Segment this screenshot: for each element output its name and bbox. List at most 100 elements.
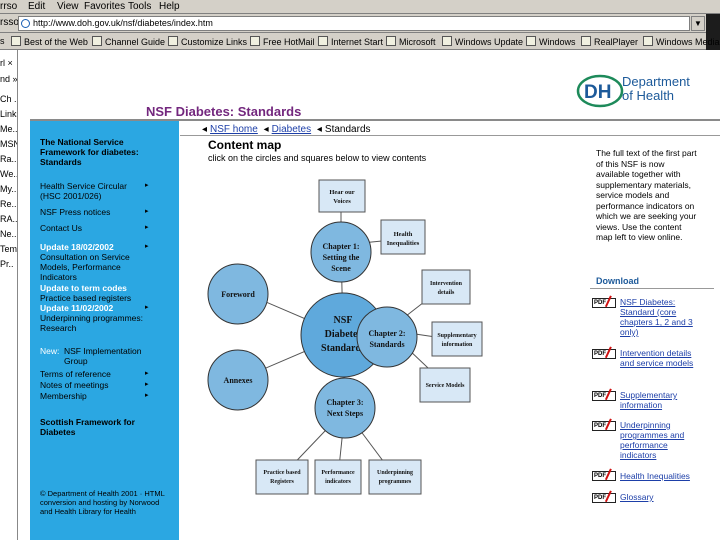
pr-line1: Practice based <box>263 470 301 476</box>
arrow-right-icon: ▸ <box>145 182 149 189</box>
content-map-diagram: NSF Diabetes Standards Chapter 1: Settin… <box>207 179 483 495</box>
sidebar-item-terms-of-reference[interactable]: Terms of reference <box>40 369 111 379</box>
explorer-item[interactable]: RA.. <box>0 214 17 224</box>
link-channel-guide[interactable]: Channel Guide <box>92 36 165 47</box>
underpinning-programmes-box[interactable] <box>368 459 422 495</box>
sup-line2: information <box>442 342 473 348</box>
ch2-line2: Standards <box>369 340 404 349</box>
hear-line1: Hear our <box>329 189 354 196</box>
center-line2: Diabetes <box>325 329 362 340</box>
link-realplayer[interactable]: RealPlayer <box>581 36 638 47</box>
hear-line2: Voices <box>333 198 351 205</box>
breadcrumb-nsf-home[interactable]: NSF home <box>210 124 258 135</box>
sidebar-item-health-circular[interactable]: Health Service Circular (HSC 2001/026) <box>40 181 144 201</box>
explorer-item[interactable]: My... <box>0 184 17 194</box>
breadcrumb-standards: Standards <box>324 124 371 135</box>
copyright-notice: © Department of Health 2001 · HTML conve… <box>40 489 165 516</box>
explorer-item[interactable]: Ch . <box>0 94 17 104</box>
hi-line2: Inequalities <box>387 240 420 247</box>
menu-favorites[interactable]: Favorites <box>84 1 125 12</box>
sidebar-item-practice-registers[interactable]: Practice based registers <box>40 293 131 303</box>
breadcrumb-arrow-icon: ◂ <box>263 124 269 135</box>
hi-line1: Health <box>394 231 413 238</box>
breadcrumb-diabetes[interactable]: Diabetes <box>272 124 311 135</box>
dh-logo-letters: DH <box>584 82 611 103</box>
ch1-line2: Setting the <box>323 253 360 262</box>
sidebar-item-implementation-group[interactable]: NSF Implementation Group <box>64 346 144 366</box>
up-line2: programmes <box>379 479 412 485</box>
explorer-item[interactable]: Ne.. <box>0 229 17 239</box>
org-line1: Department <box>622 74 690 89</box>
hear-voices-box[interactable] <box>318 179 366 213</box>
ch3-line1: Chapter 3: <box>327 398 364 407</box>
address-dropdown-icon[interactable]: ▼ <box>691 16 705 31</box>
url-field[interactable]: http://www.doh.gov.uk/nsf/diabetes/index… <box>18 16 690 31</box>
pdf-icon[interactable]: PDF <box>592 298 616 308</box>
download-intervention-details[interactable]: Intervention details and service models <box>620 348 706 368</box>
url-text: http://www.doh.gov.uk/nsf/diabetes/index… <box>33 18 213 28</box>
explorer-item[interactable]: nd » <box>0 74 17 84</box>
supplementary-info-box[interactable] <box>431 321 483 357</box>
sidebar-item-contact-us[interactable]: Contact Us <box>40 223 82 233</box>
pdf-icon[interactable]: PDF <box>592 349 616 359</box>
explorer-item[interactable]: MSN <box>0 139 17 149</box>
arrow-right-icon: ▸ <box>145 208 149 215</box>
arrow-right-icon: ▸ <box>145 304 149 311</box>
org-line2: of Health <box>622 88 675 103</box>
download-underpinning[interactable]: Underpinning programmes and performance … <box>620 420 706 460</box>
explorer-item[interactable]: Links <box>0 109 17 119</box>
link-microsoft[interactable]: Microsoft <box>386 36 436 47</box>
performance-indicators-box[interactable] <box>314 459 362 495</box>
arrow-right-icon: ▸ <box>145 381 149 388</box>
intervention-details-box[interactable] <box>421 269 471 305</box>
explorer-item[interactable]: Temp <box>0 244 17 254</box>
explorer-pane: rl × nd » Ch . Links Me... MSN Ra.. We..… <box>0 50 18 540</box>
link-windows-media[interactable]: Windows Media <box>643 36 720 47</box>
sidebar-new-label: New: <box>40 346 60 356</box>
explorer-item[interactable]: Ra.. <box>0 154 17 164</box>
sidebar-item-nsf-standards[interactable]: The National Service Framework for diabe… <box>40 137 152 167</box>
link-internet-start[interactable]: Internet Start <box>318 36 383 47</box>
explorer-item[interactable]: Pr.. <box>0 259 14 269</box>
sidebar-item-press-notices[interactable]: NSF Press notices <box>40 207 110 217</box>
menu-file[interactable]: rrso <box>0 1 17 12</box>
sidebar-item-scottish-framework[interactable]: Scottish Framework for Diabetes <box>40 417 150 437</box>
pdf-icon[interactable]: PDF <box>592 471 616 481</box>
chapter3-circle[interactable] <box>314 377 376 439</box>
pdf-icon[interactable]: PDF <box>592 493 616 503</box>
explorer-item[interactable]: rl × <box>0 58 13 68</box>
ch2-line1: Chapter 2: <box>369 329 406 338</box>
download-health-inequalities[interactable]: Health Inequalities <box>620 471 706 481</box>
content-map-title: Content map <box>208 138 282 152</box>
download-nsf-standard[interactable]: NSF Diabetes: Standard (core chapters 1,… <box>620 297 706 337</box>
explorer-item[interactable]: Me... <box>0 124 17 134</box>
sidebar-item-membership[interactable]: Membership <box>40 391 87 401</box>
chapter1-circle[interactable] <box>310 221 372 283</box>
explorer-item[interactable]: We... <box>0 169 17 179</box>
download-supplementary[interactable]: Supplementary information <box>620 390 706 410</box>
link-best-of-web[interactable]: Best of the Web <box>11 36 88 47</box>
sidebar-item-underpinning-research[interactable]: Underpinning programmes: Research <box>40 313 152 333</box>
link-windows-update[interactable]: Windows Update <box>442 36 523 47</box>
pdf-icon[interactable]: PDF <box>592 421 616 431</box>
menu-edit[interactable]: Edit <box>28 1 45 12</box>
link-free-hotmail[interactable]: Free HotMail <box>250 36 315 47</box>
sidebar-update-1102: Update 11/02/2002 <box>40 303 114 313</box>
address-label: rsso <box>0 17 19 28</box>
menu-tools[interactable]: Tools <box>128 1 151 12</box>
ie-page-icon <box>21 19 30 28</box>
links-label: s <box>0 36 5 46</box>
pdf-icon[interactable]: PDF <box>592 391 616 401</box>
sidebar-item-notes-of-meetings[interactable]: Notes of meetings <box>40 380 109 390</box>
download-glossary[interactable]: Glossary <box>620 492 706 502</box>
explorer-item[interactable]: Re.. <box>0 199 17 209</box>
link-windows[interactable]: Windows <box>526 36 576 47</box>
link-customize-links[interactable]: Customize Links <box>168 36 247 47</box>
arrow-right-icon: ▸ <box>145 370 149 377</box>
address-bar: rsso http://www.doh.gov.uk/nsf/diabetes/… <box>0 14 720 33</box>
menu-view[interactable]: View <box>57 1 79 12</box>
menu-help[interactable]: Help <box>159 1 180 12</box>
practice-registers-box[interactable] <box>255 459 309 495</box>
sidebar-item-consultation[interactable]: Consultation on Service Models, Performa… <box>40 252 150 282</box>
annexes-label: Annexes <box>224 376 253 385</box>
